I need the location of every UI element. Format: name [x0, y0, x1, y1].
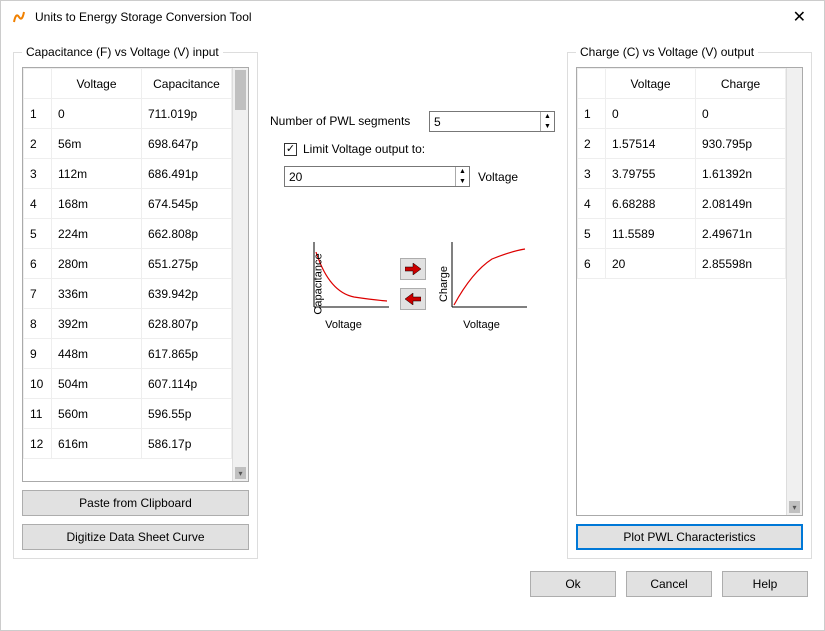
dialog-button-bar: Ok Cancel Help: [1, 563, 824, 609]
limit-voltage-unit: Voltage: [478, 170, 518, 184]
limit-voltage-input[interactable]: [285, 167, 455, 186]
help-button[interactable]: Help: [722, 571, 808, 597]
charge-plot: Charge Voltage: [432, 237, 532, 331]
pwl-segments-field: Number of PWL segments ▲ ▼: [270, 111, 555, 132]
title-bar: Units to Energy Storage Conversion Tool …: [1, 1, 824, 33]
pwl-segments-input[interactable]: [430, 112, 540, 131]
table-row: 33.797551.61392n: [578, 159, 786, 189]
input-panel: Capacitance (F) vs Voltage (V) input Vol…: [13, 45, 258, 559]
input-table[interactable]: Voltage Capacitance 10711.019p 256m698.6…: [23, 68, 232, 459]
output-col-voltage: Voltage: [606, 69, 696, 99]
close-icon[interactable]: ✕: [785, 3, 814, 31]
cap-plot-ylabel: Capacitance: [312, 253, 324, 314]
table-row: 46.682882.08149n: [578, 189, 786, 219]
input-table-scroll[interactable]: Voltage Capacitance 10711.019p 256m698.6…: [23, 68, 232, 481]
spin-down-icon[interactable]: ▼: [456, 177, 469, 187]
table-row: 6280m651.275p: [24, 249, 232, 279]
table-row: 511.55892.49671n: [578, 219, 786, 249]
capacitance-plot: Capacitance Voltage: [294, 237, 394, 331]
table-row: 21.57514930.795p: [578, 129, 786, 159]
spin-controls: ▲ ▼: [540, 112, 554, 131]
plot-pwl-button[interactable]: Plot PWL Characteristics: [576, 524, 803, 550]
table-row: 4168m674.545p: [24, 189, 232, 219]
table-row: 12616m586.17p: [24, 429, 232, 459]
limit-voltage-row: Limit Voltage output to:: [284, 142, 555, 156]
output-scrollbar[interactable]: ▾: [786, 68, 802, 515]
table-row: 3112m686.491p: [24, 159, 232, 189]
spin-down-icon[interactable]: ▼: [541, 122, 554, 132]
arrow-left-button[interactable]: [400, 288, 426, 310]
conversion-plot-area: Capacitance Voltage Charge: [270, 237, 555, 331]
spin-controls: ▲ ▼: [455, 167, 469, 186]
limit-voltage-field: ▲ ▼ Voltage: [284, 166, 555, 187]
cap-plot-xlabel: Voltage: [294, 319, 394, 331]
rownum-header: [24, 69, 52, 99]
table-row: 256m698.647p: [24, 129, 232, 159]
output-table-container: Voltage Charge 100 21.57514930.795p 33.7…: [576, 67, 803, 516]
chevron-down-icon[interactable]: ▾: [789, 501, 800, 513]
input-col-voltage: Voltage: [52, 69, 142, 99]
charge-plot-xlabel: Voltage: [432, 319, 532, 331]
input-scrollbar[interactable]: ▾: [232, 68, 248, 481]
table-row: 10711.019p: [24, 99, 232, 129]
table-row: 10504m607.114p: [24, 369, 232, 399]
center-controls: Number of PWL segments ▲ ▼ Limit Voltage…: [266, 45, 559, 559]
rownum-header: [578, 69, 606, 99]
table-row: 9448m617.865p: [24, 339, 232, 369]
arrow-right-button[interactable]: [400, 258, 426, 280]
ok-button[interactable]: Ok: [530, 571, 616, 597]
arrow-buttons: [400, 258, 426, 310]
charge-plot-ylabel: Charge: [438, 266, 450, 302]
pwl-segments-label: Number of PWL segments: [270, 114, 423, 128]
output-panel: Charge (C) vs Voltage (V) output Voltage…: [567, 45, 812, 559]
table-row: 100: [578, 99, 786, 129]
input-panel-legend: Capacitance (F) vs Voltage (V) input: [22, 45, 223, 59]
input-col-capacitance: Capacitance: [142, 69, 232, 99]
table-row: 11560m596.55p: [24, 399, 232, 429]
table-row: 8392m628.807p: [24, 309, 232, 339]
paste-clipboard-button[interactable]: Paste from Clipboard: [22, 490, 249, 516]
cancel-button[interactable]: Cancel: [626, 571, 712, 597]
input-table-container: Voltage Capacitance 10711.019p 256m698.6…: [22, 67, 249, 482]
spin-up-icon[interactable]: ▲: [456, 167, 469, 177]
spin-up-icon[interactable]: ▲: [541, 112, 554, 122]
limit-voltage-spinbox[interactable]: ▲ ▼: [284, 166, 470, 187]
window-title: Units to Energy Storage Conversion Tool: [35, 10, 252, 24]
dialog-content: Capacitance (F) vs Voltage (V) input Vol…: [1, 33, 824, 563]
table-row: 6202.85598n: [578, 249, 786, 279]
output-col-charge: Charge: [696, 69, 786, 99]
pwl-segments-spinbox[interactable]: ▲ ▼: [429, 111, 555, 132]
output-table[interactable]: Voltage Charge 100 21.57514930.795p 33.7…: [577, 68, 786, 279]
output-panel-legend: Charge (C) vs Voltage (V) output: [576, 45, 758, 59]
scroll-thumb[interactable]: [235, 70, 246, 110]
limit-voltage-label: Limit Voltage output to:: [303, 142, 425, 156]
chevron-down-icon[interactable]: ▾: [235, 467, 246, 479]
digitize-curve-button[interactable]: Digitize Data Sheet Curve: [22, 524, 249, 550]
table-row: 5224m662.808p: [24, 219, 232, 249]
limit-voltage-checkbox[interactable]: [284, 143, 297, 156]
output-table-scroll[interactable]: Voltage Charge 100 21.57514930.795p 33.7…: [577, 68, 786, 515]
table-row: 7336m639.942p: [24, 279, 232, 309]
app-icon: [11, 9, 27, 25]
